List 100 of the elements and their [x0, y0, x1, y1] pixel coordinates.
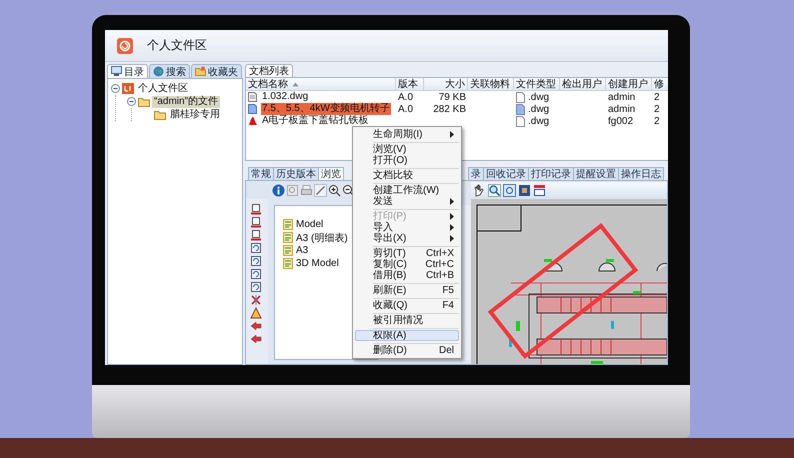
document-area-icon — [122, 83, 134, 94]
tab[interactable]: 常规 — [248, 167, 274, 180]
column-header[interactable]: 检出用户 — [562, 77, 602, 91]
tree-item[interactable]: 腊桂珍专用 — [168, 108, 222, 120]
table-cell: .dwg — [528, 104, 550, 114]
table-cell: .dwg — [528, 92, 550, 102]
column-header[interactable]: 文档名称 — [248, 77, 288, 91]
column-header[interactable]: 大小 — [445, 77, 465, 91]
panel-tab[interactable]: 目录 — [107, 64, 148, 78]
collapse-icon[interactable] — [127, 97, 136, 106]
menu-item[interactable]: 收藏(Q) F4 — [355, 300, 459, 311]
menu-item[interactable]: 导入 — [355, 222, 459, 233]
arrow-icon[interactable] — [249, 333, 263, 345]
folder-icon — [195, 66, 206, 77]
cross-icon[interactable] — [249, 294, 263, 306]
menu-item[interactable]: 生命周期(I) — [355, 129, 459, 140]
rotate-icon[interactable] — [249, 268, 263, 280]
column-header[interactable]: 文件类型 — [516, 77, 556, 91]
submenu-arrow-icon — [450, 131, 454, 138]
tab[interactable]: 录 — [468, 167, 484, 180]
menu-item[interactable]: 剪切(T) Ctrl+X — [355, 248, 459, 259]
folder-icon — [138, 96, 150, 106]
file-icon — [516, 104, 525, 114]
tab[interactable]: 提醒设置 — [574, 167, 619, 180]
menu-item[interactable]: 被引用情况 — [355, 315, 459, 326]
table-cell: 79 KB — [438, 92, 466, 102]
view-icon[interactable] — [249, 229, 263, 241]
zoom-icon[interactable] — [488, 184, 501, 196]
column-header[interactable]: 创建用户 — [608, 77, 648, 91]
window-icon[interactable] — [533, 184, 546, 196]
view-icon[interactable] — [249, 203, 263, 215]
computer-icon — [111, 66, 122, 77]
file-icon — [516, 116, 525, 126]
table-cell: fg002 — [608, 116, 634, 126]
menu-item[interactable]: 文档比较 — [355, 170, 459, 181]
menu-item[interactable]: 发送 — [355, 196, 459, 207]
rotate-icon[interactable] — [249, 281, 263, 293]
menu-item[interactable]: 创建工作流(W) — [355, 185, 459, 196]
layout-icon — [283, 232, 293, 243]
collapse-icon[interactable] — [111, 84, 120, 93]
tab[interactable]: 浏览 — [319, 167, 344, 180]
panel-tab[interactable]: 文档列表 — [245, 64, 293, 77]
hand-icon[interactable] — [473, 184, 486, 196]
table-cell: 2 — [654, 104, 660, 114]
table-cell: admin — [608, 92, 636, 102]
tab[interactable]: 历史版本 — [274, 167, 319, 180]
picture-icon[interactable] — [518, 184, 531, 196]
table-cell: admin — [608, 104, 636, 114]
table-cell: .dwg — [528, 116, 550, 126]
tree-item[interactable]: 个人文件区 — [136, 82, 190, 94]
file-name[interactable]: 1.032.dwg — [261, 91, 310, 103]
column-header[interactable]: 修 — [654, 77, 664, 91]
table-cell: A.0 — [398, 104, 414, 114]
panel-tab[interactable]: 收藏夹 — [191, 64, 242, 78]
tab[interactable]: 回收记录 — [484, 167, 529, 180]
menu-item[interactable]: 导出(X) — [355, 233, 459, 244]
tab[interactable]: 打印记录 — [529, 167, 574, 180]
file-type-icon — [248, 116, 258, 126]
menu-item[interactable]: 刷新(E) F5 — [355, 285, 459, 296]
menu-item[interactable]: 复制(C) Ctrl+C — [355, 259, 459, 270]
panel-tab[interactable]: 搜索 — [149, 64, 190, 78]
submenu-arrow-icon — [450, 198, 454, 205]
file-icon — [516, 92, 525, 102]
app-logo-icon — [117, 38, 133, 54]
layout-item[interactable]: A3 — [296, 245, 308, 256]
image-file-icon — [248, 104, 258, 114]
sort-icon — [292, 82, 299, 86]
table-cell: 282 KB — [433, 104, 466, 114]
file-name[interactable]: 7.5、5.5、4kW变频电机转子 — [261, 103, 391, 115]
info-icon[interactable] — [272, 184, 285, 196]
layout-item[interactable]: Model — [296, 219, 324, 230]
layout-icon — [283, 219, 293, 230]
file-name[interactable]: A电子板盖下盖钻孔铁板 — [261, 115, 370, 127]
layout-item[interactable]: 3D Model — [296, 258, 339, 269]
zoom-window-icon[interactable] — [503, 184, 516, 196]
menu-item[interactable]: 借用(B) Ctrl+B — [355, 270, 459, 281]
zoom-in-icon[interactable] — [328, 184, 341, 196]
table-cell: 2 — [654, 116, 660, 126]
menu-item[interactable]: 删除(D) Del — [355, 345, 459, 356]
tab[interactable]: 操作日志 — [619, 167, 664, 180]
line-icon[interactable] — [314, 184, 327, 196]
layout-icon — [283, 258, 293, 269]
folder-icon — [154, 110, 166, 120]
table-cell: 2 — [654, 92, 660, 102]
window-title: 个人文件区 — [147, 37, 207, 54]
rotate-icon[interactable] — [249, 255, 263, 267]
column-header[interactable]: 关联物料 — [470, 77, 510, 91]
rotate-icon[interactable] — [249, 242, 263, 254]
menu-item[interactable]: 打开(O) — [355, 155, 459, 166]
globe-icon — [153, 66, 164, 77]
arrow-icon[interactable] — [249, 320, 263, 332]
layout-icon — [283, 245, 293, 256]
view-icon[interactable] — [249, 216, 263, 228]
column-header[interactable]: 版本 — [398, 77, 418, 91]
tree-item[interactable]: “admin”的文件 — [152, 96, 220, 108]
triangle-icon[interactable] — [249, 307, 263, 319]
drawing-file-icon — [248, 92, 258, 102]
menu-item[interactable]: 浏览(V) — [355, 144, 459, 155]
table-cell: A.0 — [398, 92, 414, 102]
layout-item[interactable]: A3 (明细表) — [296, 230, 348, 244]
